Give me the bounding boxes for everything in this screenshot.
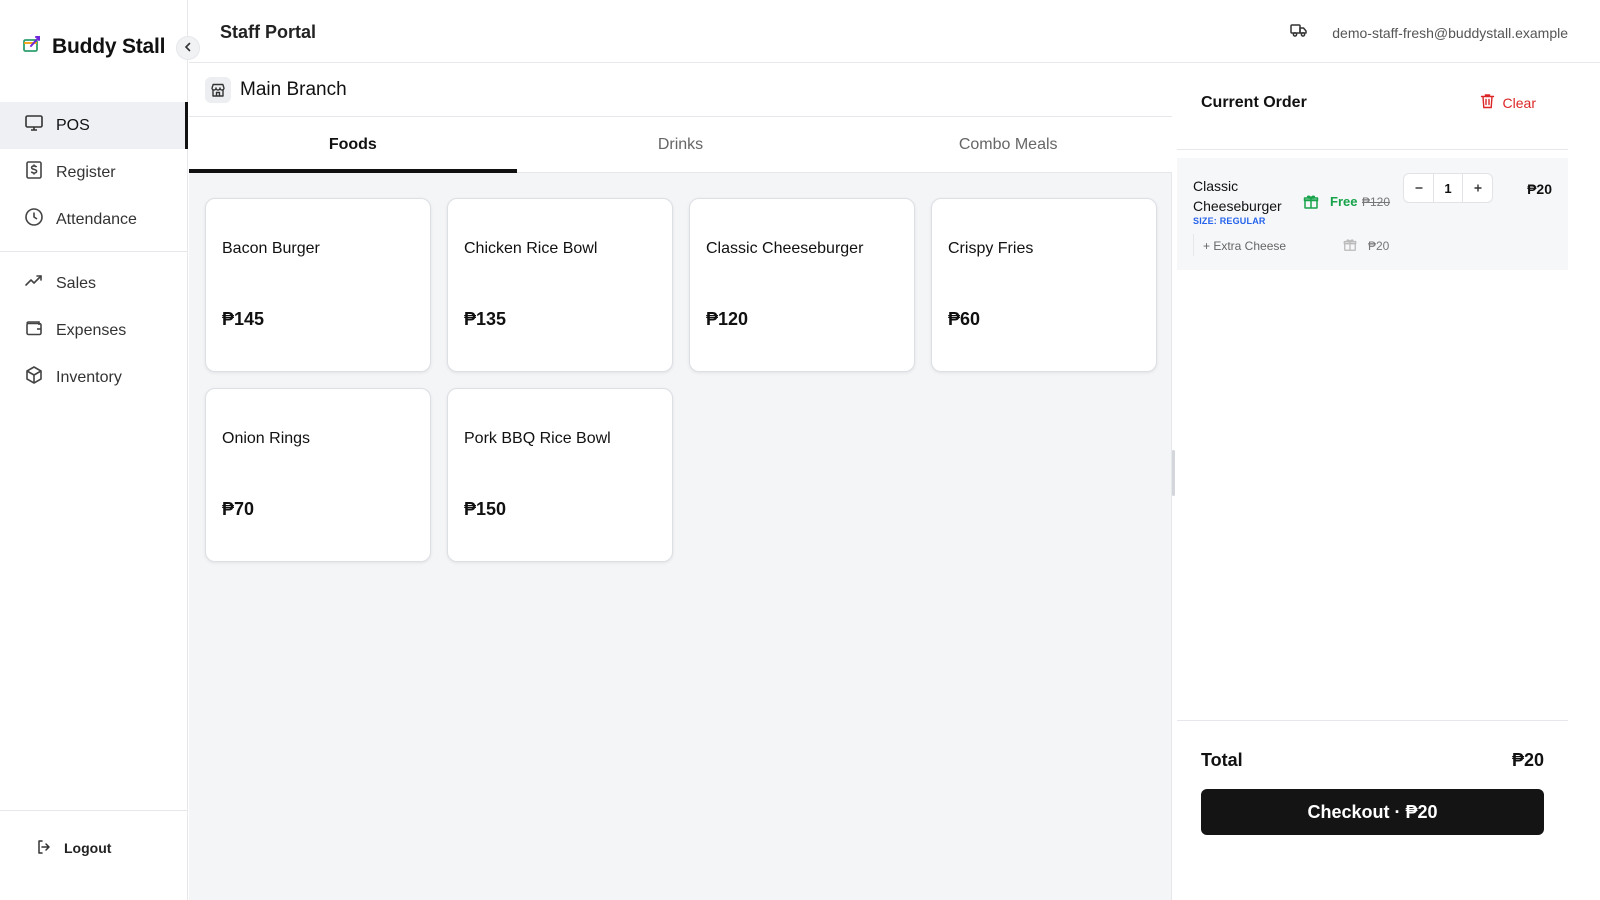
product-name: Onion Rings bbox=[222, 430, 311, 447]
monitor-icon bbox=[24, 113, 44, 138]
order-footer: Total ₱20 Checkout · ₱20 bbox=[1177, 720, 1568, 883]
logout-label: Logout bbox=[64, 840, 112, 856]
category-tabs: Foods Drinks Combo Meals bbox=[189, 117, 1172, 173]
sidebar-item-label: Sales bbox=[56, 274, 97, 292]
addon-gift-icon[interactable] bbox=[1343, 238, 1357, 257]
line-item-total: ₱20 bbox=[1527, 181, 1552, 197]
product-price: ₱70 bbox=[222, 499, 255, 519]
tab-foods[interactable]: Foods bbox=[189, 117, 517, 173]
sidebar-item-pos[interactable]: POS bbox=[0, 102, 188, 149]
chevron-left-icon bbox=[183, 39, 193, 57]
sidebar-item-inventory[interactable]: Inventory bbox=[0, 354, 188, 401]
box-icon bbox=[24, 365, 44, 390]
clock-icon bbox=[24, 207, 44, 232]
dollar-receipt-icon bbox=[24, 160, 44, 185]
total-label: Total bbox=[1201, 750, 1243, 770]
brand-name: Buddy Stall bbox=[52, 34, 166, 58]
product-price: ₱60 bbox=[948, 309, 981, 329]
panel-resize-handle[interactable] bbox=[1172, 450, 1175, 496]
sidebar-item-attendance[interactable]: Attendance bbox=[0, 196, 188, 243]
product-card[interactable]: Bacon Burger ₱145 bbox=[205, 198, 431, 372]
quantity-value: 1 bbox=[1433, 174, 1463, 202]
wallet-icon bbox=[24, 318, 44, 343]
tab-combo-meals[interactable]: Combo Meals bbox=[844, 117, 1172, 172]
product-name: Classic Cheeseburger bbox=[706, 240, 864, 257]
free-label: Free bbox=[1330, 194, 1358, 209]
brand[interactable]: Buddy Stall bbox=[22, 34, 166, 59]
product-card[interactable]: Classic Cheeseburger ₱120 bbox=[689, 198, 915, 372]
order-header: Current Order Clear bbox=[1177, 63, 1568, 150]
sidebar: Buddy Stall POS Register Attendance Sale… bbox=[0, 0, 188, 900]
order-title: Current Order bbox=[1201, 94, 1307, 111]
trash-icon bbox=[1480, 93, 1495, 112]
sidebar-divider bbox=[0, 251, 188, 252]
user-email: demo-staff-fresh@buddystall.example bbox=[1332, 24, 1568, 41]
product-price: ₱135 bbox=[464, 309, 507, 329]
product-grid: Bacon Burger ₱145 Chicken Rice Bowl ₱135… bbox=[205, 198, 1157, 562]
product-name: Pork BBQ Rice Bowl bbox=[464, 430, 611, 447]
sidebar-item-label: Inventory bbox=[56, 368, 122, 386]
collapse-sidebar-button[interactable] bbox=[176, 36, 200, 60]
sidebar-divider bbox=[0, 810, 188, 811]
clear-order-button[interactable]: Clear bbox=[1480, 93, 1536, 112]
decrement-button[interactable] bbox=[1404, 174, 1433, 202]
gift-icon[interactable] bbox=[1303, 194, 1319, 215]
addon-divider bbox=[1193, 234, 1194, 256]
trending-up-icon bbox=[24, 271, 44, 296]
quantity-stepper: 1 bbox=[1403, 173, 1493, 203]
product-name: Chicken Rice Bowl bbox=[464, 240, 598, 257]
logout-icon bbox=[36, 839, 52, 858]
logout-button[interactable]: Logout bbox=[0, 824, 188, 872]
line-item-name: Classic Cheeseburger bbox=[1193, 178, 1282, 214]
product-name: Crispy Fries bbox=[948, 240, 1034, 257]
brand-logo-icon bbox=[22, 34, 42, 59]
delivery-truck-icon[interactable] bbox=[1290, 22, 1308, 43]
main-panel: Main Branch Foods Drinks Combo Meals Bac… bbox=[189, 63, 1172, 900]
top-header: Staff Portal demo-staff-fresh@buddystall… bbox=[189, 0, 1600, 63]
clear-label: Clear bbox=[1502, 94, 1536, 111]
page-title: Staff Portal bbox=[220, 22, 317, 42]
tab-drinks[interactable]: Drinks bbox=[517, 117, 845, 172]
product-name: Bacon Burger bbox=[222, 240, 320, 257]
sidebar-item-sales[interactable]: Sales bbox=[0, 260, 188, 307]
primary-nav: POS Register Attendance bbox=[0, 102, 188, 243]
original-price: ₱120 bbox=[1362, 195, 1391, 209]
product-card[interactable]: Crispy Fries ₱60 bbox=[931, 198, 1157, 372]
order-panel: Current Order Clear Classic Cheeseburger… bbox=[1177, 63, 1568, 883]
product-price: ₱120 bbox=[706, 309, 749, 329]
sidebar-item-label: Register bbox=[56, 163, 116, 181]
product-card[interactable]: Onion Rings ₱70 bbox=[205, 388, 431, 562]
increment-button[interactable] bbox=[1463, 174, 1492, 202]
product-card[interactable]: Chicken Rice Bowl ₱135 bbox=[447, 198, 673, 372]
sidebar-item-label: Expenses bbox=[56, 321, 127, 339]
sidebar-item-label: POS bbox=[56, 116, 90, 134]
product-card[interactable]: Pork BBQ Rice Bowl ₱150 bbox=[447, 388, 673, 562]
order-line-item: Classic Cheeseburger SIZE: REGULAR Free … bbox=[1177, 158, 1568, 270]
product-price: ₱150 bbox=[464, 499, 507, 519]
sidebar-item-label: Attendance bbox=[56, 210, 137, 228]
checkout-button[interactable]: Checkout · ₱20 bbox=[1201, 789, 1544, 835]
product-price: ₱145 bbox=[222, 309, 265, 329]
store-icon bbox=[205, 77, 231, 103]
branch-name: Main Branch bbox=[240, 79, 347, 100]
sidebar-item-register[interactable]: Register bbox=[0, 149, 188, 196]
sidebar-item-expenses[interactable]: Expenses bbox=[0, 307, 188, 354]
addon-name: + Extra Cheese bbox=[1203, 239, 1287, 253]
addon-price: ₱20 bbox=[1368, 239, 1390, 253]
secondary-nav: Sales Expenses Inventory bbox=[0, 260, 188, 401]
branch-bar: Main Branch bbox=[189, 63, 1172, 117]
line-item-size: SIZE: REGULAR bbox=[1193, 216, 1266, 226]
total-value: ₱20 bbox=[1511, 750, 1544, 770]
